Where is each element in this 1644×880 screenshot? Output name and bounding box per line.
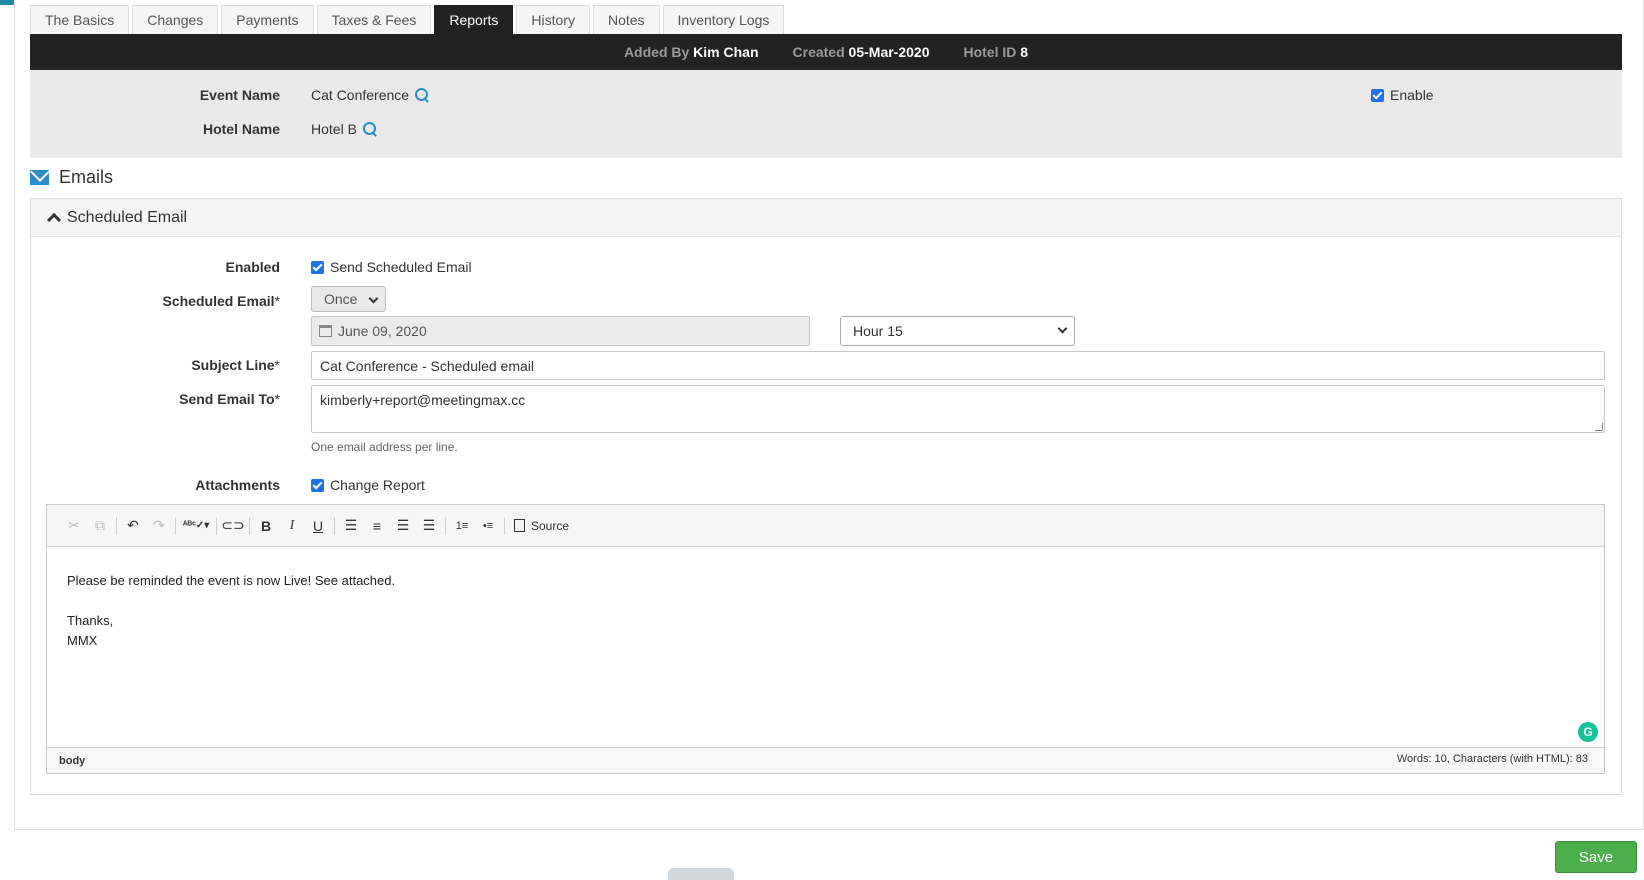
copy-icon[interactable]: ⧉	[87, 513, 113, 539]
hotel-name-value: Hotel B	[311, 121, 377, 137]
checkbox-checked-icon[interactable]	[1371, 89, 1384, 102]
enabled-label: Enabled	[225, 259, 280, 275]
subject-line-input[interactable]: Cat Conference - Scheduled email	[311, 351, 1605, 380]
tab-the-basics[interactable]: The Basics	[30, 5, 130, 34]
toolbar-separator	[445, 516, 446, 535]
rich-text-editor: ✂ ⧉ ↶ ↷ ᴬᴮᶜ✓▾ ⊂⊃ B I U ☰ ≡ ☰ ☰ 1≡ •≡ Sou…	[46, 504, 1605, 774]
enable-checkbox[interactable]: Enable	[1371, 87, 1434, 103]
added-by: Added By Kim Chan	[623, 44, 759, 60]
editor-toolbar: ✂ ⧉ ↶ ↷ ᴬᴮᶜ✓▾ ⊂⊃ B I U ☰ ≡ ☰ ☰ 1≡ •≡ Sou…	[47, 505, 1604, 547]
spellcheck-icon[interactable]: ᴬᴮᶜ✓▾	[179, 513, 213, 539]
date-input[interactable]: June 09, 2020	[311, 316, 810, 346]
underline-icon[interactable]: U	[305, 513, 331, 539]
search-icon[interactable]	[362, 122, 377, 136]
undo-icon[interactable]: ↶	[120, 513, 146, 539]
record-info-bar: Added By Kim Chan Created 05-Mar-2020 Ho…	[30, 34, 1622, 70]
envelope-icon	[30, 170, 49, 185]
toolbar-separator	[249, 516, 250, 535]
tab-notes[interactable]: Notes	[592, 5, 660, 34]
attachments-label: Attachments	[195, 477, 280, 493]
subject-line-label: Subject Line*	[191, 357, 280, 373]
checkbox-checked-icon[interactable]	[311, 261, 324, 274]
scheduled-email-header[interactable]: Scheduled Email	[31, 199, 1621, 237]
toolbar-separator	[334, 516, 335, 535]
toolbar-separator	[504, 516, 505, 535]
editor-line: MMX	[67, 633, 98, 648]
send-email-to-textarea[interactable]: kimberly+report@meetingmax.cc	[311, 385, 1605, 433]
element-path[interactable]: body	[59, 755, 85, 767]
event-name-label: Event Name	[199, 87, 280, 103]
source-icon	[514, 519, 525, 532]
scroll-to-top-handle[interactable]	[668, 868, 734, 880]
tab-history[interactable]: History	[516, 5, 590, 34]
send-scheduled-email-checkbox[interactable]: Send Scheduled Email	[311, 259, 472, 275]
tab-changes[interactable]: Changes	[132, 5, 219, 34]
tab-bar: The Basics Changes Payments Taxes & Fees…	[30, 5, 787, 34]
align-center-icon[interactable]: ≡	[364, 513, 390, 539]
emails-section-title: Emails	[30, 167, 113, 188]
grammarly-icon[interactable]: G	[1578, 722, 1598, 742]
send-email-to-label: Send Email To*	[179, 391, 280, 407]
event-name-value: Cat Conference	[311, 87, 429, 103]
numbered-list-icon[interactable]: 1≡	[449, 513, 475, 539]
created-date: Created 05-Mar-2020	[792, 44, 930, 60]
chevron-down-icon	[368, 293, 379, 304]
search-icon[interactable]	[415, 88, 429, 102]
event-summary-panel	[30, 70, 1622, 158]
resize-handle-icon[interactable]	[1595, 423, 1603, 431]
source-button[interactable]: Source	[508, 519, 575, 533]
editor-content[interactable]: Please be reminded the event is now Live…	[47, 547, 1604, 751]
italic-icon[interactable]: I	[279, 513, 305, 539]
chevron-down-icon	[1057, 323, 1068, 334]
link-icon[interactable]: ⊂⊃	[220, 513, 246, 539]
justify-icon[interactable]: ☰	[416, 513, 442, 539]
editor-status-bar: body Words: 10, Characters (with HTML): …	[47, 747, 1604, 773]
align-left-icon[interactable]: ☰	[338, 513, 364, 539]
frequency-select[interactable]: Once	[311, 286, 386, 312]
editor-line: Thanks,	[67, 613, 114, 628]
save-button[interactable]: Save	[1555, 841, 1637, 873]
tab-taxes-fees[interactable]: Taxes & Fees	[316, 5, 432, 34]
toolbar-separator	[216, 516, 217, 535]
checkbox-checked-icon[interactable]	[311, 479, 324, 492]
hotel-name-label: Hotel Name	[202, 121, 280, 137]
calendar-icon	[319, 325, 332, 337]
bulleted-list-icon[interactable]: •≡	[475, 513, 501, 539]
editor-line: Please be reminded the event is now Live…	[67, 573, 396, 588]
scheduled-email-label: Scheduled Email*	[162, 293, 281, 309]
change-report-checkbox[interactable]: Change Report	[311, 477, 425, 493]
tab-payments[interactable]: Payments	[221, 5, 314, 34]
toolbar-separator	[116, 516, 117, 535]
tab-inventory-logs[interactable]: Inventory Logs	[662, 5, 785, 34]
align-right-icon[interactable]: ☰	[390, 513, 416, 539]
word-count: Words: 10, Characters (with HTML): 83	[1396, 753, 1588, 765]
cut-icon[interactable]: ✂	[61, 513, 87, 539]
chevron-up-icon[interactable]	[46, 212, 62, 228]
toolbar-separator	[175, 516, 176, 535]
redo-icon[interactable]: ↷	[146, 513, 172, 539]
tab-reports[interactable]: Reports	[434, 5, 514, 34]
bold-icon[interactable]: B	[253, 513, 279, 539]
send-email-to-help: One email address per line.	[311, 440, 458, 454]
hotel-id: Hotel ID 8	[963, 44, 1029, 60]
hour-select[interactable]: Hour 15	[840, 316, 1075, 346]
